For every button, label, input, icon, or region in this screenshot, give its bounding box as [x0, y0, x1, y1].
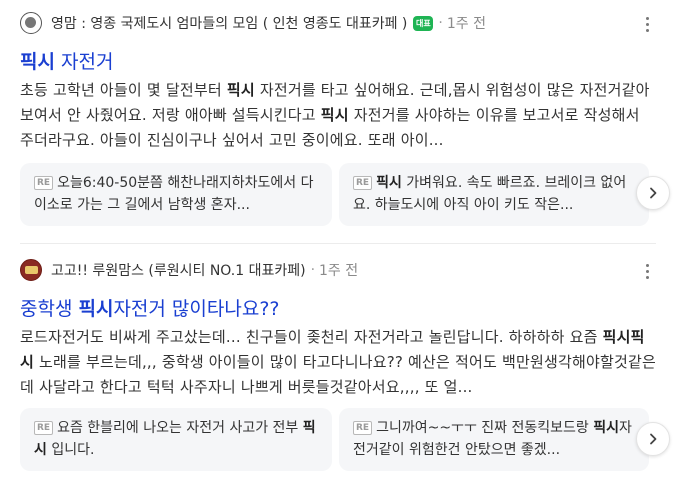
result-source[interactable]: 영맘 : 영종 국제도시 엄마들의 모임 ( 인천 영종도 대표카페 ) 대표 … [20, 10, 486, 36]
result-source[interactable]: 고고!! 루원맘스 (루원시티 NO.1 대표카페) · 1주 전 [20, 257, 358, 283]
title-text: 자전거 많이타나요?? [113, 298, 280, 320]
reply-re-icon: RE [353, 421, 373, 435]
reply-re-icon: RE [34, 421, 54, 435]
comment-card[interactable]: RE 요즘 한블리에 나오는 자전거 사고가 전부 픽시 입니다. [20, 408, 332, 471]
chevron-right-icon [650, 433, 657, 445]
title-highlight: 픽시 [78, 298, 114, 320]
title-text: 자전거 [54, 51, 114, 73]
title-text: 중학생 [20, 298, 79, 320]
text-segment: 그니까여~~ㅜㅜ 진짜 전동킥보드랑 [376, 420, 594, 436]
next-comments-button[interactable] [636, 176, 670, 210]
separator-dot: · [438, 15, 443, 31]
result-title-link[interactable]: 중학생 픽시자전거 많이타나요?? [20, 294, 280, 321]
post-time: 1주 전 [446, 16, 486, 32]
keyword-highlight: 픽시 [593, 420, 619, 436]
cafe-avatar [20, 259, 42, 281]
cafe-avatar [20, 12, 42, 34]
separator-dot: · [310, 262, 316, 278]
comment-card[interactable]: RE 그니까여~~ㅜㅜ 진짜 전동킥보드랑 픽시자전거같이 위험한건 안탔으면 좋… [339, 408, 649, 471]
text-segment: 초등 고학년 아들이 몇 달전부터 [20, 81, 227, 99]
chevron-right-icon [650, 187, 657, 199]
reply-re-icon: RE [34, 176, 54, 190]
title-highlight: 픽시 [20, 51, 55, 73]
search-result-2: 고고!! 루원맘스 (루원시티 NO.1 대표카페) · 1주 전 중학생 픽시… [0, 244, 676, 501]
comment-card[interactable]: RE 오늘6:40-50분쯤 해찬나래지하차도에서 다이소로 가는 그 길에서 남… [20, 163, 332, 226]
comment-card[interactable]: RE 픽시 가벼워요. 속도 빠르죠. 브레이크 없어요. 하늘도시에 아직 아이… [339, 163, 649, 226]
text-segment: 로드자전거도 비싸게 주고샀는데... 친구들이 좆천리 자전거라고 놀린답니다… [20, 328, 603, 346]
more-options-icon[interactable] [640, 260, 654, 282]
text-segment: 입니다. [46, 442, 95, 458]
next-comments-button[interactable] [636, 422, 670, 456]
keyword-highlight: 픽시 [226, 81, 255, 99]
cafe-name[interactable]: 영맘 : 영종 국제도시 엄마들의 모임 ( 인천 영종도 대표카페 ) [51, 13, 407, 33]
reply-re-icon: RE [353, 176, 373, 190]
post-time: 1주 전 [319, 263, 359, 279]
cafe-name[interactable]: 고고!! 루원맘스 (루원시티 NO.1 대표카페) [51, 260, 306, 280]
text-segment: 오늘6:40-50분쯤 해찬나래지하차도에서 다이소로 가는 그 길에서 남학생… [34, 175, 314, 213]
text-segment: 노래를 부르는데,,, 중학생 아이들이 많이 타고다니나요?? 예산은 적어도… [20, 353, 656, 396]
keyword-highlight: 픽시 [320, 106, 349, 124]
text-segment: 요즘 한블리에 나오는 자전거 사고가 전부 [57, 420, 303, 436]
result-snippet: 초등 고학년 아들이 몇 달전부터 픽시 자전거를 타고 싶어해요. 근데,몹시… [20, 78, 656, 153]
result-snippet: 로드자전거도 비싸게 주고샀는데... 친구들이 좆천리 자전거라고 놀린답니다… [20, 325, 656, 400]
more-options-icon[interactable] [640, 13, 654, 35]
keyword-highlight: 픽시 [376, 175, 402, 191]
search-result-1: 영맘 : 영종 국제도시 엄마들의 모임 ( 인천 영종도 대표카페 ) 대표 … [0, 0, 676, 244]
representative-badge: 대표 [413, 15, 434, 31]
result-title-link[interactable]: 픽시 자전거 [20, 47, 113, 74]
